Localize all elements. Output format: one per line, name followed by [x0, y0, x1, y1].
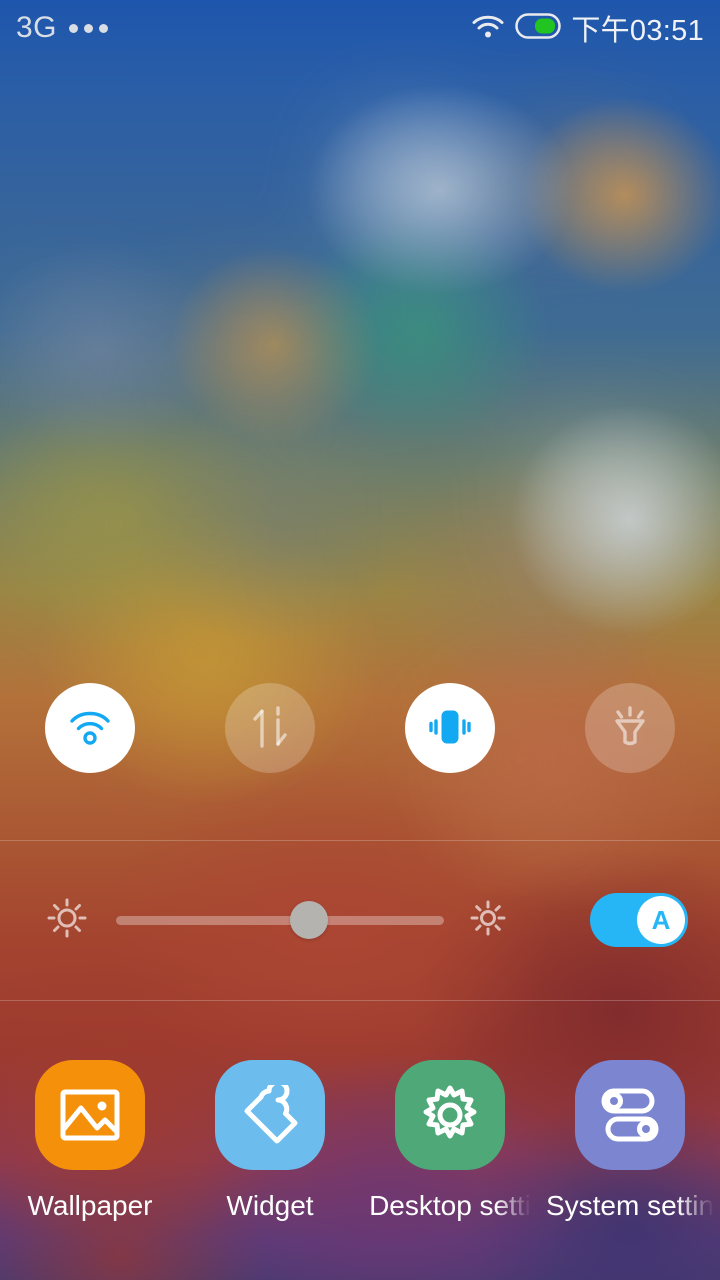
auto-brightness-toggle[interactable]: A — [590, 893, 688, 947]
auto-brightness-knob: A — [637, 896, 685, 944]
shortcut-widget[interactable]: Widget — [180, 1060, 360, 1222]
shortcut-system-settings[interactable]: System settin — [540, 1060, 720, 1222]
wifi-icon — [471, 13, 505, 44]
brightness-slider-thumb[interactable] — [290, 901, 328, 939]
data-arrows-icon — [248, 704, 292, 753]
sun-large-icon — [468, 898, 508, 943]
toggles-icon[interactable] — [575, 1060, 685, 1170]
shortcut-desktop-settings[interactable]: Desktop setti — [360, 1060, 540, 1222]
toggle-wifi[interactable] — [45, 683, 135, 773]
signal-strength-dots — [69, 23, 109, 33]
toggle-flashlight[interactable] — [585, 683, 675, 773]
status-bar-right: 下午03:51 — [471, 7, 704, 49]
shortcut-wallpaper[interactable]: Wallpaper — [0, 1060, 180, 1222]
quick-toggle-cell-flashlight — [540, 683, 720, 773]
shortcut-label-desktop-settings: Desktop setti — [369, 1190, 531, 1221]
quick-toggle-cell-mobile-data — [180, 683, 360, 773]
shortcut-label-widget: Widget — [226, 1190, 314, 1221]
quick-toggle-cell-wifi — [0, 683, 180, 773]
brightness-slider-track — [116, 915, 444, 925]
divider-above-brightness — [0, 840, 720, 841]
network-type-label: 3G — [16, 11, 58, 44]
brightness-slider[interactable] — [116, 898, 444, 942]
status-bar-clock: 下午03:51 — [571, 15, 704, 47]
quick-toggle-cell-vibrate — [360, 683, 540, 773]
flashlight-icon — [607, 704, 653, 753]
toggle-mobile-data[interactable] — [225, 683, 315, 773]
auto-brightness-label: A — [651, 904, 671, 935]
status-bar: 3G 下午03:51 — [0, 0, 720, 56]
shortcut-row: Wallpaper Widget Desktop setti System se… — [0, 1060, 720, 1250]
vibrate-icon — [426, 705, 474, 752]
signal-dot — [99, 23, 109, 33]
signal-dot — [84, 23, 94, 33]
shortcut-label-wallpaper: Wallpaper — [27, 1190, 153, 1221]
wifi-icon — [66, 707, 114, 750]
battery-icon — [515, 12, 562, 44]
shortcut-label-system-settings: System settin — [545, 1190, 715, 1221]
quick-toggle-row — [0, 682, 720, 774]
quick-settings-screen: 3G 下午03:51 A Wallpaper Widget Desktop se… — [0, 0, 720, 1280]
puzzle-icon[interactable] — [215, 1060, 325, 1170]
toggle-vibrate[interactable] — [405, 683, 495, 773]
status-bar-left: 3G — [16, 11, 109, 45]
sun-small-icon — [44, 895, 90, 946]
divider-below-brightness — [0, 1000, 720, 1001]
signal-dot — [69, 23, 79, 33]
image-icon[interactable] — [35, 1060, 145, 1170]
brightness-row: A — [0, 888, 720, 952]
gear-icon[interactable] — [395, 1060, 505, 1170]
